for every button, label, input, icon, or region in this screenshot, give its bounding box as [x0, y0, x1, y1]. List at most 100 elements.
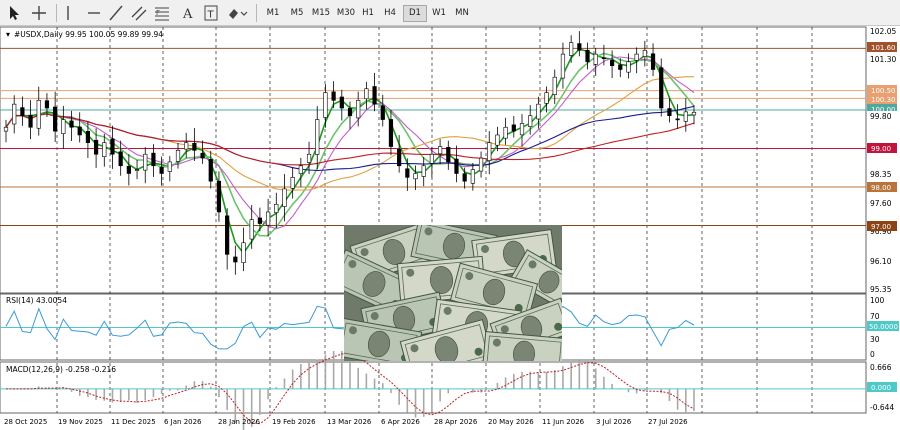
candle-body [593, 53, 598, 65]
candle-body [93, 139, 99, 155]
horizontal-line-icon[interactable] [86, 3, 102, 23]
candle-body [437, 146, 443, 155]
candle-body [233, 256, 238, 263]
svg-text:A: A [182, 7, 193, 22]
candle-body [274, 203, 279, 213]
rsi-title: RSI(14) 43.0054 [6, 296, 67, 305]
price-axis-tick: 97.60 [870, 199, 892, 208]
candle-body [110, 138, 115, 155]
timeframe-h1[interactable]: H1 [358, 5, 378, 22]
candle-body [159, 166, 164, 174]
candle-body [618, 64, 623, 70]
candle-body [536, 103, 541, 120]
candle-body [249, 219, 254, 240]
price-axis-tick: 95.35 [870, 285, 892, 294]
candle-body [282, 188, 287, 207]
candle-body [462, 173, 467, 182]
candle-body [347, 108, 353, 117]
timeframe-m15[interactable]: M15 [309, 5, 333, 22]
time-axis-tick: 3 Jul 2026 [596, 418, 632, 426]
rsi-axis-tick: 70 [870, 312, 880, 321]
candle-body [634, 53, 639, 61]
trendline-icon[interactable] [108, 3, 124, 23]
candle-body [552, 76, 557, 95]
shapes-dropdown-icon[interactable] [226, 3, 248, 23]
time-axis-tick: 11 Jun 2026 [542, 418, 585, 426]
rsi-axis-tick: 30 [870, 335, 880, 344]
candle-body [192, 142, 197, 151]
time-axis-tick: 28 Oct 2025 [4, 418, 47, 426]
cursor-arrow-icon[interactable] [6, 3, 22, 23]
candle-body [413, 173, 418, 180]
candle-body [569, 42, 574, 56]
candle-body [225, 215, 230, 255]
candle-body [61, 119, 66, 134]
candle-body [397, 148, 402, 167]
level-badge-label: 100.30 [871, 96, 896, 104]
timeframe-mn[interactable]: MN [451, 5, 473, 22]
time-axis-tick: 28 Apr 2026 [434, 418, 478, 426]
candle-body [323, 92, 328, 118]
candle-body [3, 126, 9, 132]
candle-body [53, 106, 58, 132]
candle-body [364, 88, 369, 100]
candle-body [585, 49, 590, 63]
macd-axis-tick: 0.666 [870, 363, 892, 372]
candle-body [306, 153, 312, 163]
candle-body [560, 53, 566, 79]
candle-body [208, 159, 213, 182]
candle-body [405, 168, 410, 178]
candle-body [12, 103, 17, 125]
macd-title: MACD(12,26,9) -0.258 -0.216 [6, 365, 116, 374]
time-axis-tick: 20 May 2026 [488, 418, 534, 426]
candle-body [511, 124, 516, 132]
candle-body [421, 165, 426, 177]
vertical-line-icon[interactable] [62, 3, 74, 23]
candle-body [650, 53, 656, 70]
candle-body [544, 92, 549, 104]
candle-body [503, 126, 508, 139]
candle-body [143, 153, 148, 171]
candle-body [20, 107, 25, 117]
text-tool-icon[interactable]: A [181, 3, 195, 23]
candle-body [388, 119, 394, 147]
timeframe-d1[interactable]: D1 [403, 5, 427, 22]
candle-body [642, 49, 647, 57]
crosshair-icon[interactable] [30, 3, 48, 23]
candle-body [241, 242, 246, 263]
level-badge-label: 97.00 [871, 223, 891, 231]
chart-title: #USDX,Daily 99.95 100.05 99.89 99.94 [14, 30, 163, 39]
text-label-tool-icon[interactable]: T [203, 3, 219, 23]
candle-body [454, 158, 459, 174]
candle-body [380, 105, 385, 120]
timeframe-m30[interactable]: M30 [334, 5, 358, 22]
timeframe-m5[interactable]: M5 [286, 5, 308, 22]
candle-body [118, 151, 123, 167]
timeframe-m1[interactable]: M1 [262, 5, 284, 22]
svg-text:T: T [207, 10, 215, 21]
candle-body [265, 211, 271, 226]
candle-body [429, 153, 435, 164]
candle-body [478, 157, 484, 172]
candle-body [601, 57, 607, 60]
fibonacci-retracement-icon[interactable]: F [153, 3, 171, 23]
candle-body [528, 115, 533, 127]
level-badge-label: 98.00 [871, 184, 891, 192]
candle-body [339, 96, 344, 109]
candle-body [290, 177, 295, 189]
time-axis-tick: 13 Mar 2026 [327, 418, 372, 426]
macd-zero-label: 0.000 [871, 384, 891, 392]
candle-body [315, 119, 320, 155]
time-axis-tick: 27 Jul 2026 [648, 418, 688, 426]
candle-body [609, 60, 615, 66]
equidistant-channel-icon[interactable] [130, 3, 148, 23]
candle-body [77, 126, 82, 136]
timeframe-w1[interactable]: W1 [428, 5, 450, 22]
candle-body [356, 100, 361, 119]
timeframe-h4[interactable]: H4 [380, 5, 400, 22]
rsi-axis-tick: 0 [870, 350, 875, 359]
candle-body [495, 134, 500, 146]
candle-body [372, 86, 377, 105]
price-axis-tick: 102.05 [870, 27, 896, 36]
candle-body [151, 152, 156, 167]
